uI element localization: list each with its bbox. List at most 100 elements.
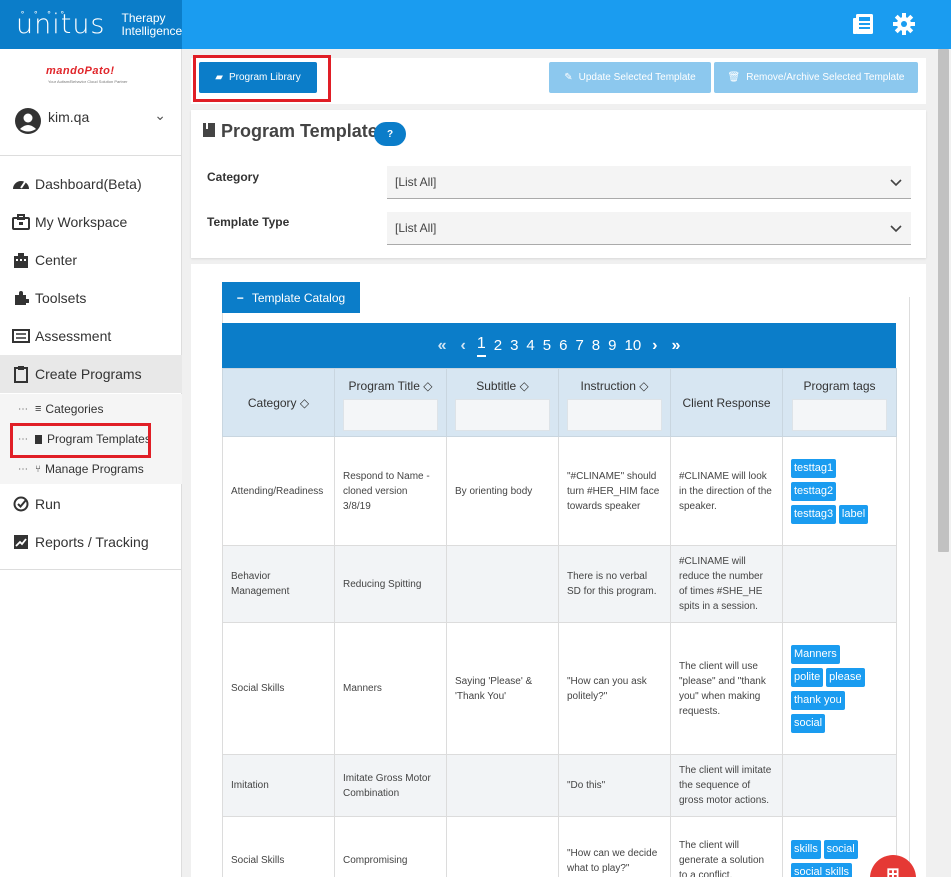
page-button[interactable]: 2 [494, 337, 502, 354]
tag-badge[interactable]: social [791, 713, 826, 733]
sidebar-item-my-workspace[interactable]: My Workspace [0, 203, 182, 241]
sidebar-item-reports[interactable]: Reports / Tracking [0, 523, 182, 561]
table-row[interactable]: Social Skills Manners Saying 'Please' & … [222, 622, 897, 755]
user-menu[interactable]: kim.qa ⌄ [14, 107, 174, 137]
page-button[interactable]: 6 [559, 337, 567, 354]
cell-response: #CLINAME will reduce the number of times… [670, 545, 783, 623]
next-page-button[interactable]: › [652, 337, 657, 355]
tag-badge[interactable]: testtag3 [791, 504, 837, 524]
template-catalog-toggle[interactable]: − Template Catalog [222, 282, 360, 313]
cell-title: Compromising [334, 816, 447, 877]
sidebar-item-toolsets[interactable]: Toolsets [0, 279, 182, 317]
sidebar-item-label: Toolsets [35, 290, 87, 306]
book-icon [203, 123, 215, 137]
tag-badge[interactable]: Manners [791, 644, 840, 664]
tag-badge[interactable]: thank you [791, 690, 845, 710]
sidebar-item-run[interactable]: Run [0, 485, 182, 523]
sidebar-item-create-programs[interactable]: Create Programs [0, 355, 182, 393]
category-label: Category [207, 170, 260, 184]
table-row[interactable]: Social Skills Compromising "How can we d… [222, 816, 897, 877]
template-type-select[interactable]: [List All] [387, 212, 911, 245]
sidebar-divider [0, 569, 182, 570]
tag-badge[interactable]: polite [791, 667, 824, 687]
cell-subtitle: Saying 'Please' & 'Thank You' [446, 622, 559, 755]
page-button-current[interactable]: 1 [476, 335, 486, 357]
remove-template-button[interactable]: 🗑 Remove/Archive Selected Template [714, 62, 918, 93]
subtitle-filter-input[interactable] [455, 399, 550, 431]
cell-instruction: There is no verbal SD for this program. [558, 545, 671, 623]
column-header-subtitle[interactable]: Subtitle ◇ [446, 368, 559, 437]
brand-tagline: Your Autism/Behavior Cloud Solution Part… [48, 79, 128, 84]
sidebar-item-label: Dashboard(Beta) [35, 176, 142, 192]
column-header-instruction[interactable]: Instruction ◇ [558, 368, 671, 437]
page-button[interactable]: 8 [592, 337, 600, 354]
table-header-row: Category ◇ Program Title ◇ Subtitle ◇ In… [222, 368, 897, 437]
table-row[interactable]: Imitation Imitate Gross Motor Combinatio… [222, 754, 897, 817]
column-header-category[interactable]: Category ◇ [222, 368, 335, 437]
sidebar-item-dashboard[interactable]: Dashboard(Beta) [0, 165, 182, 203]
cell-subtitle [446, 754, 559, 817]
add-icon: ⊞ [886, 866, 900, 877]
first-page-button[interactable]: « [438, 337, 447, 355]
instruction-filter-input[interactable] [567, 399, 662, 431]
page-button[interactable]: 7 [575, 337, 583, 354]
sidebar: mandoPato! Your Autism/Behavior Cloud So… [0, 49, 182, 877]
sidebar-item-label: Center [35, 252, 78, 268]
table-row[interactable]: Attending/Readiness Respond to Name - cl… [222, 436, 897, 546]
program-title-filter-input[interactable] [343, 399, 438, 431]
sidebar-item-label: Assessment [35, 328, 112, 344]
cell-category: Imitation [222, 754, 335, 817]
update-template-button[interactable]: ✎ Update Selected Template [549, 62, 711, 93]
sidebar-item-label: Reports / Tracking [35, 534, 149, 550]
page-button[interactable]: 3 [510, 337, 518, 354]
news-icon[interactable] [851, 12, 875, 36]
sidebar-item-assessment[interactable]: Assessment [0, 317, 182, 355]
check-circle-icon [12, 495, 30, 513]
column-header-client-response: Client Response [670, 368, 783, 437]
template-table: Category ◇ Program Title ◇ Subtitle ◇ In… [222, 368, 897, 877]
brand-logo: mandoPato! [46, 65, 115, 77]
dashboard-icon [12, 175, 30, 193]
top-bar: ∘ ∘ ∘ ∘ unitus Therapy Intelligence [0, 0, 951, 49]
sidebar-item-label: Create Programs [35, 366, 142, 382]
cell-response: The client will use "please" and "thank … [670, 622, 783, 755]
prev-page-button[interactable]: ‹ [461, 337, 466, 355]
highlight-box-program-library [193, 55, 331, 102]
tag-badge[interactable]: social [823, 839, 858, 859]
chevron-down-icon[interactable]: ⌄ [154, 107, 166, 124]
page-button[interactable]: 5 [543, 337, 551, 354]
cell-subtitle [446, 545, 559, 623]
page-button[interactable]: 10 [624, 337, 641, 354]
chart-icon [12, 533, 30, 551]
tag-badge[interactable]: please [826, 667, 865, 687]
logo-dots-decoration: ∘ ∘ ∘ ∘ [20, 8, 68, 17]
column-header-program-title[interactable]: Program Title ◇ [334, 368, 447, 437]
program-tags-filter-input[interactable] [792, 399, 887, 431]
table-row[interactable]: Behavior Management Reducing Spitting Th… [222, 545, 897, 623]
tag-badge[interactable]: label [838, 504, 869, 524]
chevron-down-icon [881, 166, 911, 199]
tag-badge[interactable]: skills [791, 839, 821, 859]
sidebar-item-center[interactable]: Center [0, 241, 182, 279]
template-catalog-label: Template Catalog [251, 290, 346, 305]
tag-badge[interactable]: testtag2 [791, 481, 837, 501]
app-logo[interactable]: ∘ ∘ ∘ ∘ unitus Therapy Intelligence [0, 0, 182, 49]
tree-dash: ⋯ [18, 463, 29, 475]
page-scrollbar[interactable] [936, 49, 951, 877]
scrollbar-thumb[interactable] [938, 49, 949, 552]
sidebar-subitem-categories[interactable]: ⋯ ≡ Categories [0, 394, 182, 424]
sidebar-divider [0, 155, 182, 156]
branch-icon: ⑂ [35, 463, 41, 475]
page-button[interactable]: 9 [608, 337, 616, 354]
sidebar-subitem-manage-programs[interactable]: ⋯ ⑂ Manage Programs [0, 454, 182, 484]
gear-icon[interactable] [892, 12, 916, 36]
help-button[interactable]: ? [374, 122, 406, 146]
page-button[interactable]: 4 [526, 337, 534, 354]
sidebar-item-label: My Workspace [35, 214, 128, 230]
last-page-button[interactable]: » [672, 337, 681, 355]
tag-badge[interactable]: social skills [791, 862, 853, 877]
tag-badge[interactable]: testtag1 [791, 458, 837, 478]
category-select-value: [List All] [395, 175, 437, 189]
remove-template-label: Remove/Archive Selected Template [746, 72, 905, 83]
category-select[interactable]: [List All] [387, 166, 911, 199]
